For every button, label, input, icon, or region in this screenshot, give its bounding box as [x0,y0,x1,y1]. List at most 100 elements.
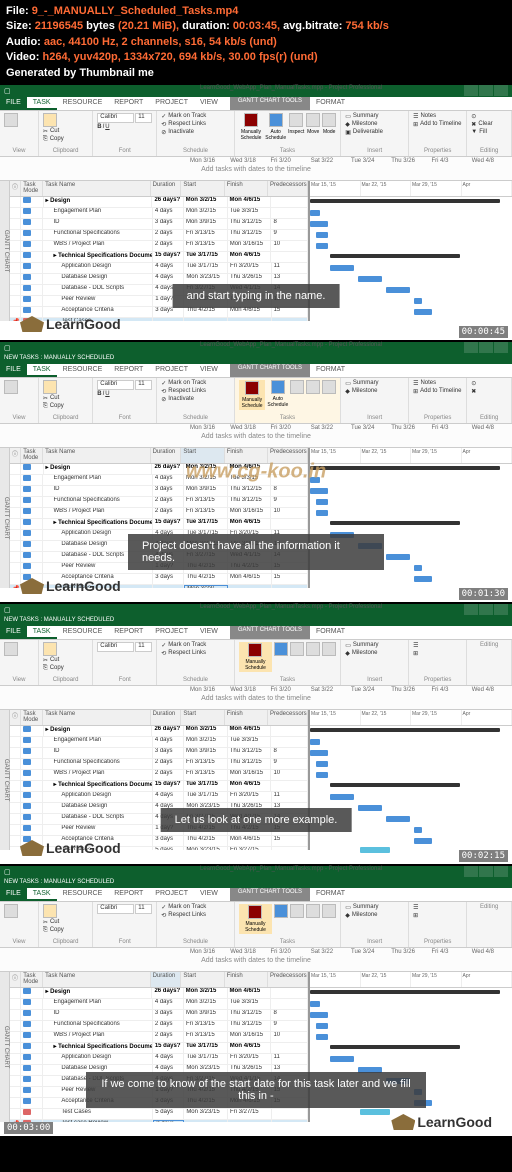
gantt-bar[interactable] [310,739,320,745]
tab-view[interactable]: VIEW [194,97,224,110]
table-row[interactable]: WBS / Project Plan2 daysFri 3/13/15Mon 3… [10,508,308,519]
notes-button[interactable]: ☰ Notes [413,113,462,120]
gantt-bar[interactable] [386,287,410,293]
gantt-bar[interactable] [310,221,328,227]
tab-format[interactable]: FORMAT [310,97,351,110]
table-row[interactable]: WBS / Project Plan2 daysFri 3/13/15Mon 3… [10,770,308,781]
table-row[interactable]: ▸ Design26 days?Mon 3/2/15Mon 4/6/15 [10,197,308,208]
gantt-bar[interactable] [310,466,500,470]
inspect-icon[interactable] [289,113,303,127]
table-row[interactable]: WBS / Project Plan2 daysFri 3/13/15Mon 3… [10,1032,308,1043]
table-row[interactable]: Functional Specifications2 daysFri 3/13/… [10,1021,308,1032]
gantt-bar[interactable] [310,1012,328,1018]
gantt-bar[interactable] [358,805,382,811]
gantt-bar[interactable] [414,309,432,315]
gantt-bar[interactable] [330,254,460,258]
video-metadata-header: File: 9_-_MANUALLY_Scheduled_Tasks.mp4 S… [0,0,512,85]
table-row[interactable]: Application Design4 daysTue 3/17/15Fri 3… [10,263,308,274]
table-row[interactable]: ID3 daysMon 3/9/15Thu 3/12/158 [10,486,308,497]
gantt-bar[interactable] [310,210,320,216]
tab-report[interactable]: REPORT [108,97,149,110]
gantt-bar[interactable] [330,1056,354,1062]
table-row[interactable]: Application Design4 daysTue 3/17/15Fri 3… [10,1054,308,1065]
gantt-bar[interactable] [316,499,328,505]
inactivate-button[interactable]: ⊘ Inactivate [161,129,230,136]
gantt-bar[interactable] [310,990,500,994]
gantt-bar[interactable] [414,838,432,844]
gantt-chart-icon[interactable] [4,113,18,127]
clear-button[interactable]: ✖ Clear [471,121,507,128]
gantt-bar[interactable] [316,772,328,778]
gantt-bar[interactable] [316,232,328,238]
tab-file[interactable]: FILE [0,97,27,110]
summary-button[interactable]: ▭ Summary [345,113,404,120]
timeline-button[interactable]: ⊞ Add to Timeline [413,121,462,128]
gantt-bar[interactable] [310,1001,320,1007]
gantt-bar[interactable] [330,1045,460,1049]
table-row[interactable]: ID3 daysMon 3/9/15Thu 3/12/158 [10,219,308,230]
table-row[interactable]: Application Design4 daysTue 3/17/15Fri 3… [10,792,308,803]
table-row[interactable]: ▸ Technical Specifications Document15 da… [10,252,308,263]
gantt-bar[interactable] [316,1034,328,1040]
table-row[interactable]: Test Cases5 daysMon 3/23/15Fri 3/27/15 [10,1109,308,1120]
document-title: LearnGood_WebApp_Plan_ManualTasks.mpp - … [200,85,382,91]
fill-button[interactable]: ▼ Fill [471,129,507,135]
table-row-editing[interactable]: 📌Test case Review2 days [10,1120,308,1122]
gantt-bar[interactable] [316,761,328,767]
table-row[interactable]: Functional Specifications2 daysFri 3/13/… [10,759,308,770]
gantt-bar[interactable] [316,243,328,249]
gantt-bar[interactable] [316,1023,328,1029]
table-row[interactable]: Functional Specifications2 daysFri 3/13/… [10,497,308,508]
respect-links-button[interactable]: ⟲ Respect Links [161,121,230,128]
gantt-bar[interactable] [414,298,422,304]
milestone-button[interactable]: ◆ Milestone [345,121,404,128]
font-size-selector[interactable]: 11 [135,113,152,123]
tab-resource[interactable]: RESOURCE [57,97,109,110]
table-row[interactable]: ID3 daysMon 3/9/15Thu 3/12/158 [10,748,308,759]
gantt-bar[interactable] [330,783,460,787]
copy-button[interactable]: ⎘ Copy [43,136,88,143]
maximize-button[interactable] [479,85,493,96]
timeline-bar[interactable]: Mon 3/16Wed 3/18Fri 3/20Sat 3/22Tue 3/24… [0,157,512,181]
scroll-button[interactable]: ⊙ [471,113,507,120]
gantt-bar[interactable] [330,521,460,525]
gantt-bar[interactable] [358,276,382,282]
table-row[interactable]: Engagement Plan4 daysMon 3/2/15Tue 3/3/1… [10,737,308,748]
gantt-bar[interactable] [414,565,422,571]
auto-schedule-icon[interactable] [269,113,283,127]
gantt-bar[interactable] [330,265,354,271]
manual-schedule-icon[interactable] [244,113,258,127]
move-icon[interactable] [306,113,320,127]
gantt-bar[interactable] [310,750,328,756]
gantt-bar[interactable] [310,199,500,203]
table-row[interactable]: ▸ Design26 days?Mon 3/2/15Mon 4/6/15 [10,988,308,999]
table-row[interactable]: ▸ Technical Specifications Document15 da… [10,781,308,792]
table-row[interactable]: Engagement Plan4 daysMon 3/2/15Tue 3/3/1… [10,999,308,1010]
tab-task[interactable]: TASK [27,97,57,110]
tab-project[interactable]: PROJECT [149,97,194,110]
table-row[interactable]: ▸ Technical Specifications Document15 da… [10,519,308,530]
gantt-bar[interactable] [386,554,410,560]
table-row[interactable]: ▸ Design26 days?Mon 3/2/15Mon 4/6/15 [10,726,308,737]
table-row[interactable]: ID3 daysMon 3/9/15Thu 3/12/158 [10,1010,308,1021]
gantt-bar[interactable] [316,510,328,516]
gantt-bar[interactable] [330,794,354,800]
mode-icon[interactable] [322,113,336,127]
cut-button[interactable]: ✂ Cut [43,128,88,135]
gantt-bar[interactable] [310,488,328,494]
table-row[interactable]: Functional Specifications2 daysFri 3/13/… [10,230,308,241]
gantt-chart[interactable]: Mar 15, '15Mar 22, '15Mar 29, '15Apr [310,181,512,321]
paste-icon[interactable] [43,113,57,127]
table-row[interactable]: Engagement Plan4 daysMon 3/2/15Tue 3/3/1… [10,208,308,219]
close-button[interactable] [494,85,508,96]
gantt-bar[interactable] [386,816,410,822]
mark-on-track-button[interactable]: ✓ Mark on Track [161,113,230,120]
gantt-bar[interactable] [414,827,422,833]
table-row[interactable]: ▸ Technical Specifications Document15 da… [10,1043,308,1054]
minimize-button[interactable] [464,85,478,96]
gantt-bar[interactable] [414,576,432,582]
font-selector[interactable]: Calibri [97,113,134,123]
gantt-bar[interactable] [310,728,500,732]
table-row[interactable]: WBS / Project Plan2 daysFri 3/13/15Mon 3… [10,241,308,252]
deliverable-button[interactable]: ▣ Deliverable [345,129,404,136]
